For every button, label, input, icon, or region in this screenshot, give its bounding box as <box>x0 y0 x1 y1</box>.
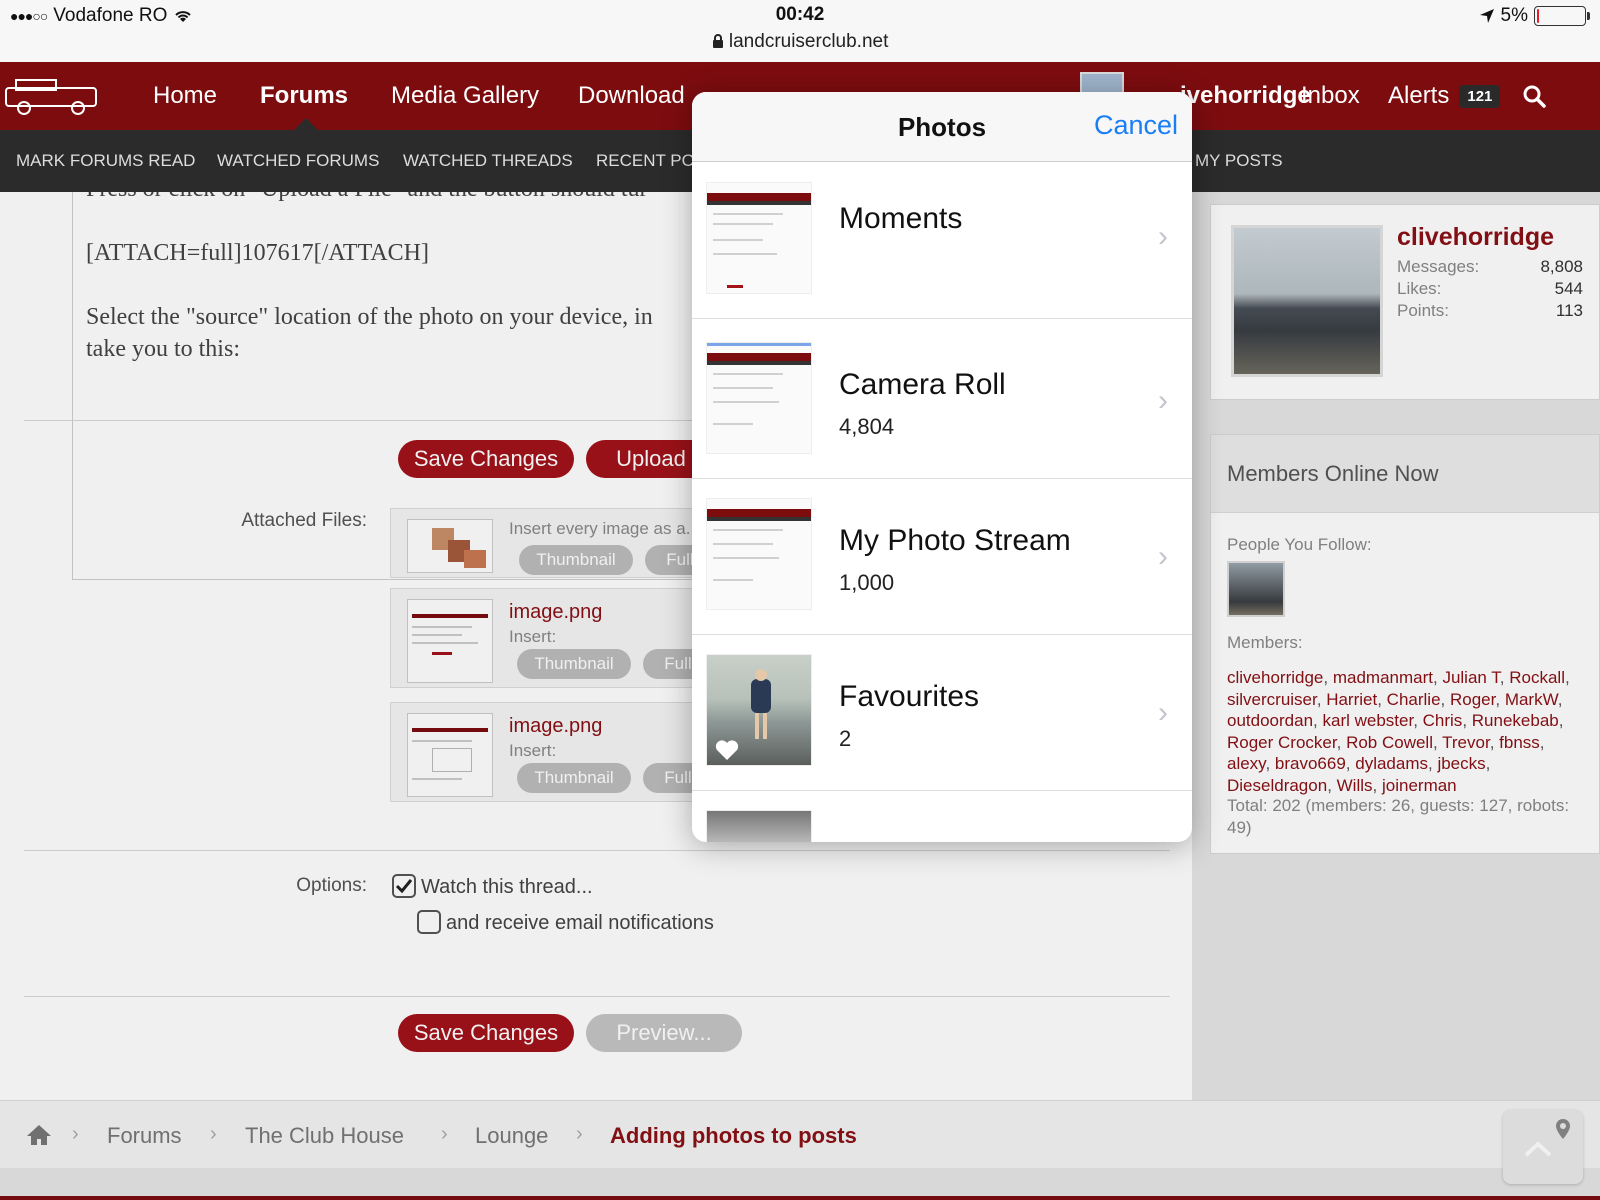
battery-percent: 5% <box>1500 5 1528 26</box>
album-thumbnail <box>706 810 812 842</box>
nav-alerts[interactable]: Alerts 121 <box>1388 82 1501 110</box>
album-thumbnail <box>706 342 812 454</box>
album-thumbnail <box>706 182 812 294</box>
album-name: Moments <box>839 202 963 235</box>
album-count: 2 <box>839 726 852 751</box>
subnav-mark-forums-read[interactable]: MARK FORUMS READ <box>16 151 195 171</box>
album-row-my-photo-stream[interactable]: My Photo Stream 1,000 › <box>692 478 1192 635</box>
location-arrow-icon <box>1479 9 1494 23</box>
nav-media-gallery[interactable]: Media Gallery <box>391 82 539 110</box>
status-right: 5% <box>1479 5 1590 27</box>
cancel-button[interactable]: Cancel <box>1094 110 1178 141</box>
subnav-watched-forums[interactable]: WATCHED FORUMS <box>217 151 379 171</box>
chevron-right-icon: › <box>1158 384 1168 417</box>
alerts-count-badge: 121 <box>1459 85 1501 109</box>
club-logo[interactable] <box>2 74 108 118</box>
subnav-watched-threads[interactable]: WATCHED THREADS <box>403 151 573 171</box>
active-tab-caret <box>294 118 318 130</box>
ios-status-bar: ●●●○○ Vodafone RO 00:42 landcruiserclub.… <box>0 0 1600 62</box>
subnav-recent-posts[interactable]: RECENT PO <box>596 151 695 171</box>
nav-alerts-label: Alerts <box>1388 82 1450 109</box>
nav-download[interactable]: Download <box>578 82 685 110</box>
subnav-my-posts[interactable]: MY POSTS <box>1195 151 1283 171</box>
nav-forums[interactable]: Forums <box>260 82 348 110</box>
album-thumbnail <box>706 654 812 766</box>
url-text: landcruiserclub.net <box>728 31 889 52</box>
photos-picker-popover: Photos Cancel Moments › Camera Roll 4,80… <box>692 92 1192 842</box>
chevron-right-icon: › <box>1158 696 1168 729</box>
album-name: Camera Roll <box>839 368 1006 401</box>
album-name: My Photo Stream <box>839 524 1071 557</box>
album-name: Favourites <box>839 680 980 713</box>
nav-home[interactable]: Home <box>153 82 217 110</box>
lock-icon <box>712 34 723 48</box>
album-thumbnail <box>706 498 812 610</box>
battery-fill <box>1537 9 1539 23</box>
album-row-partial[interactable] <box>692 790 1192 842</box>
album-count: 1,000 <box>839 570 895 595</box>
chevron-right-icon: › <box>1158 220 1168 253</box>
clock: 00:42 <box>775 4 825 25</box>
heart-icon <box>715 740 739 760</box>
url-bar[interactable]: landcruiserclub.net <box>0 31 1600 53</box>
search-icon[interactable] <box>1522 84 1546 108</box>
nav-inbox[interactable]: Inbox <box>1301 82 1360 110</box>
battery-icon <box>1534 6 1590 26</box>
album-row-moments[interactable]: Moments › <box>692 162 1192 319</box>
photos-picker-header: Photos Cancel <box>692 92 1192 162</box>
album-count: 4,804 <box>839 414 895 439</box>
album-row-camera-roll[interactable]: Camera Roll 4,804 › <box>692 322 1192 479</box>
chevron-right-icon: › <box>1158 540 1168 573</box>
nav-username[interactable]: ivehorridge <box>1180 82 1311 110</box>
album-row-favourites[interactable]: Favourites 2 › <box>692 634 1192 791</box>
